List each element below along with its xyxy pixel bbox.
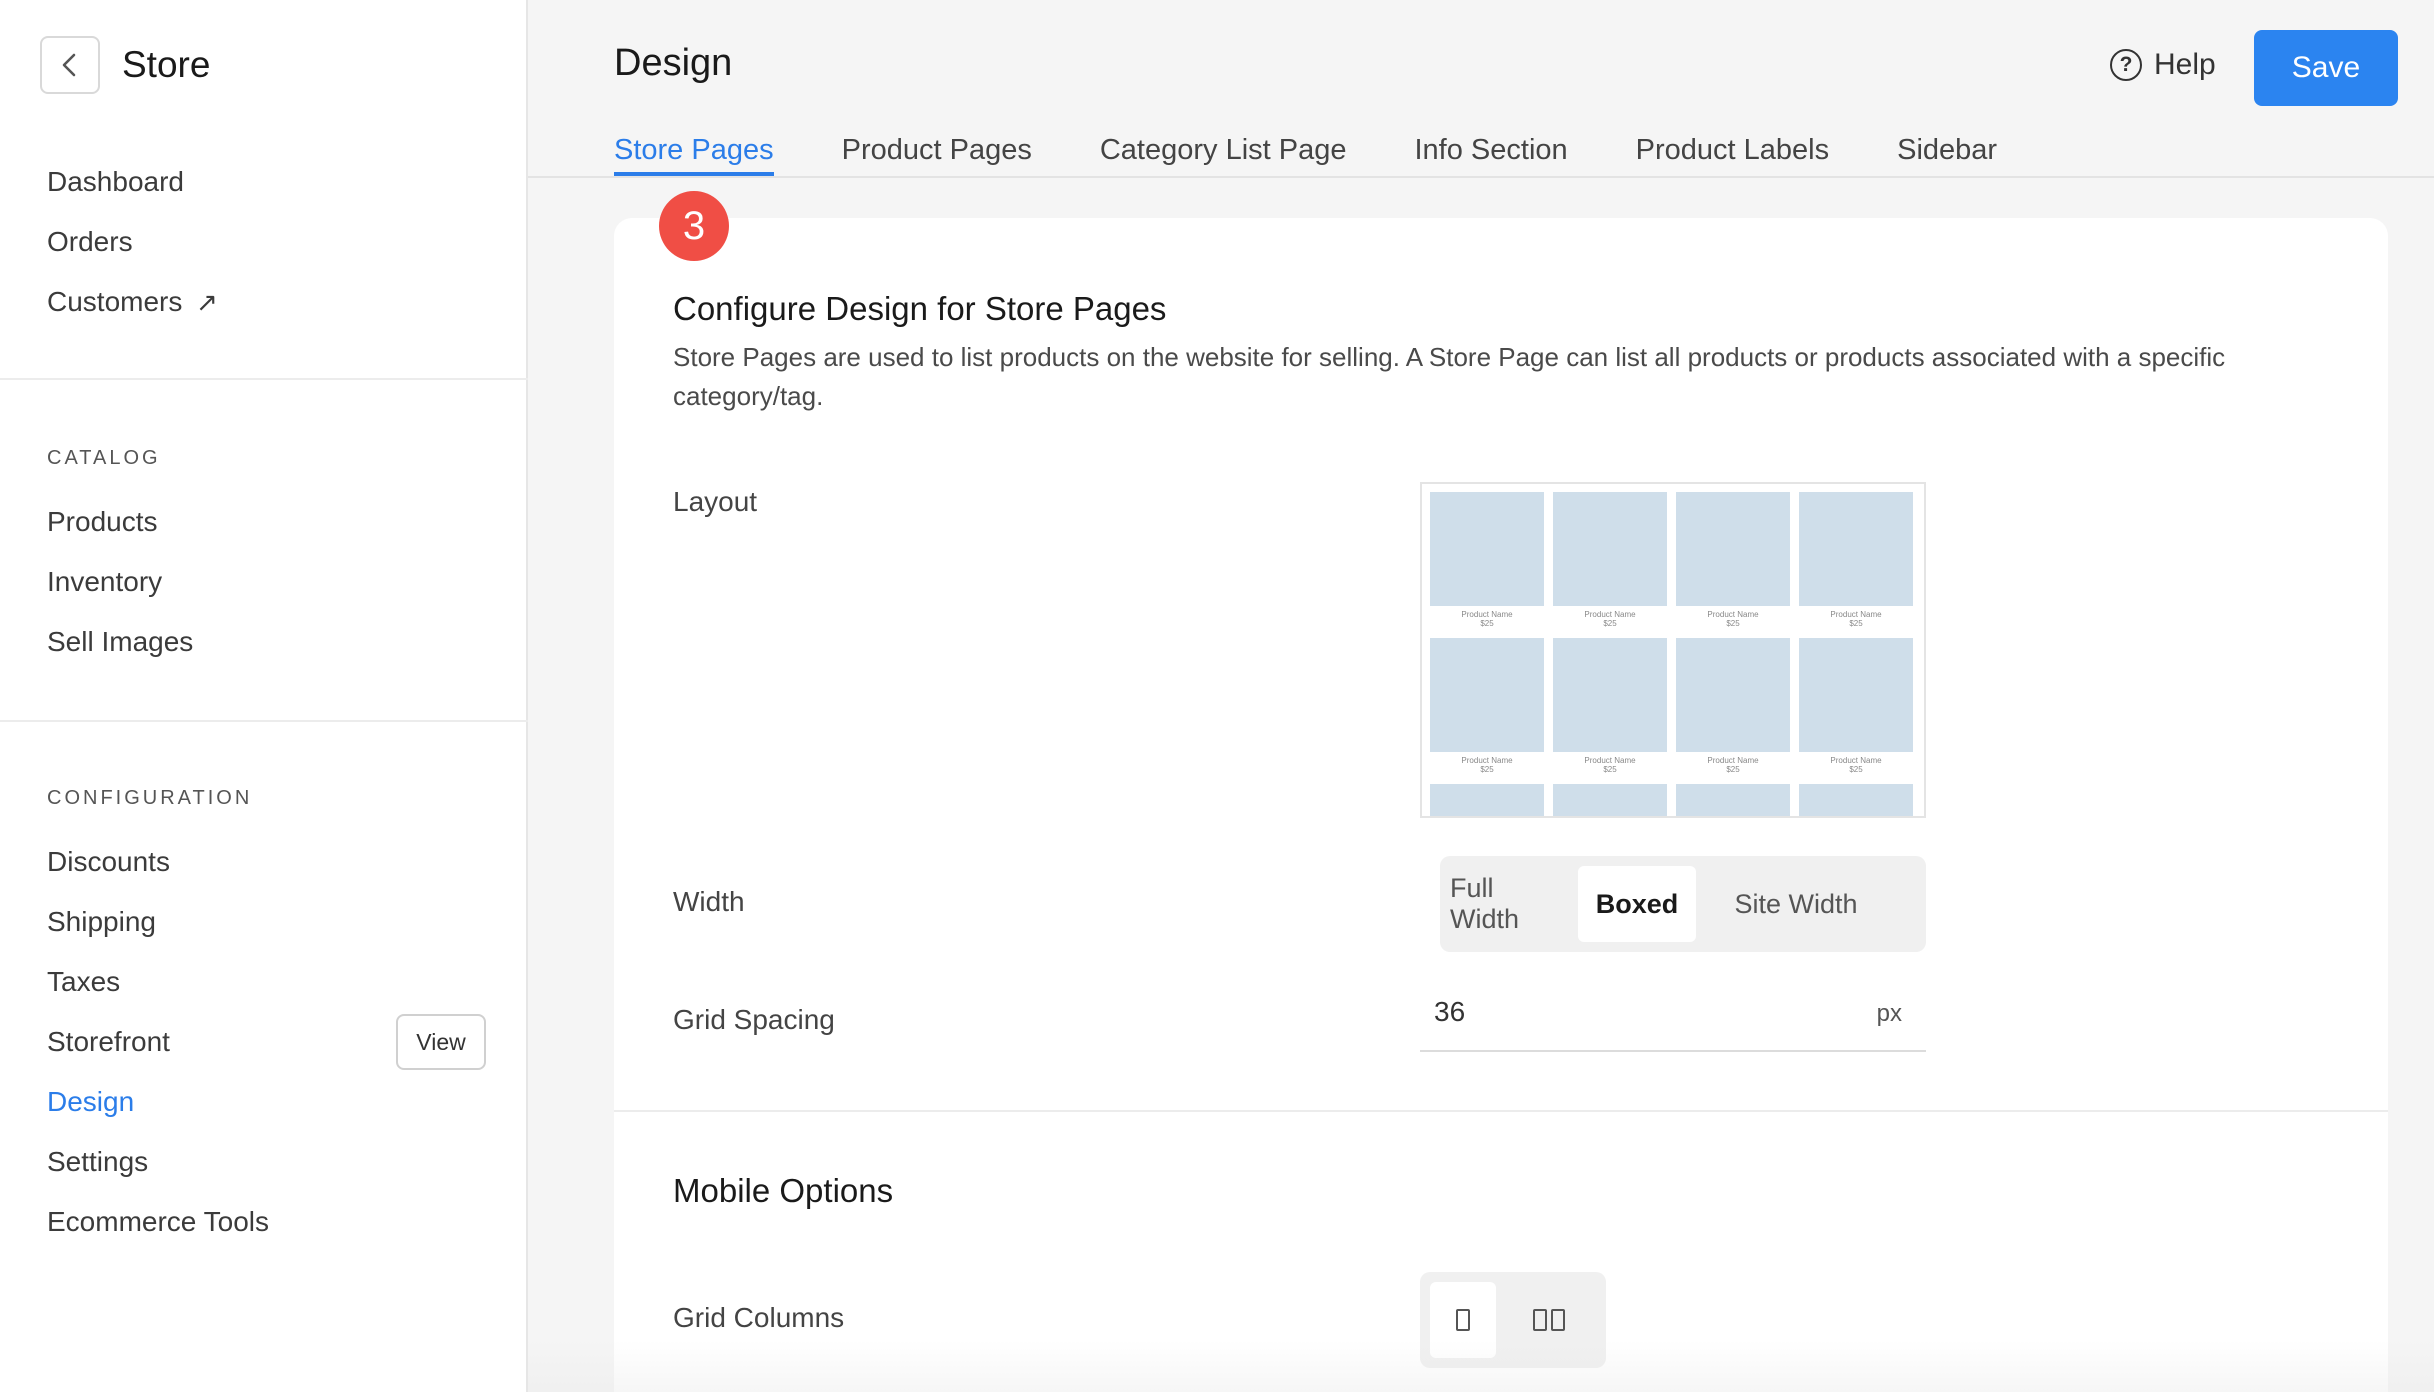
sidebar-item-orders[interactable]: Orders	[47, 222, 133, 262]
layout-thumb-caption: Product Name $25	[1584, 756, 1636, 774]
layout-thumb: Product Name$25	[1430, 492, 1544, 638]
sidebar-item-storefront[interactable]: Storefront	[47, 1022, 170, 1062]
layout-thumb-caption: Product Name $25	[1707, 756, 1759, 774]
sidebar-item-discounts[interactable]: Discounts	[47, 842, 170, 882]
sidebar-item-customers[interactable]: Customers ↗	[47, 282, 218, 322]
layout-thumb: Product Name$25	[1799, 638, 1913, 784]
width-option-site-width[interactable]: Site Width	[1706, 866, 1886, 942]
design-tabs: Store Pages Product Pages Category List …	[614, 130, 2065, 176]
layout-thumb-grid: Product Name $25 Product Name $25 Product Na…	[1430, 492, 1913, 816]
layout-thumb-caption: Product Name $25	[1461, 610, 1513, 628]
card-title: Configure Design for Store Pages	[673, 290, 1167, 327]
layout-thumb: Product Name$25	[1676, 638, 1790, 784]
width-segmented-control: Full Width Boxed Site Width	[1440, 856, 1926, 952]
grid-spacing-input[interactable]: 36 px	[1420, 986, 1926, 1052]
layout-thumb: Product Name$25	[1799, 492, 1913, 638]
layout-thumb-image	[1799, 638, 1913, 752]
page-title: Design	[614, 42, 733, 84]
layout-thumb-image	[1553, 492, 1667, 606]
layout-thumb-caption: Product Name $25	[1830, 756, 1882, 774]
sidebar-item-sell-images[interactable]: Sell Images	[47, 622, 193, 662]
layout-thumb: Product Name$25	[1553, 784, 1667, 816]
tabs-divider	[528, 176, 2434, 178]
sidebar-item-taxes[interactable]: Taxes	[47, 962, 120, 1002]
two-column-icon	[1533, 1309, 1565, 1331]
width-option-boxed[interactable]: Boxed	[1578, 866, 1696, 942]
save-button[interactable]: Save	[2254, 30, 2398, 106]
bottom-shadow	[528, 1340, 2434, 1392]
grid-spacing-value: 36	[1434, 996, 1466, 1027]
sidebar-item-design[interactable]: Design	[47, 1082, 134, 1122]
layout-thumb: Product Name$25	[1553, 638, 1667, 784]
layout-thumb: Product Name$25	[1799, 784, 1913, 816]
layout-thumb-image	[1430, 638, 1544, 752]
catalog-section-label: CATALOG	[47, 447, 161, 469]
grid-columns-label: Grid Columns	[673, 1302, 845, 1333]
sidebar-divider	[0, 720, 528, 722]
sidebar-item-ecommerce-tools[interactable]: Ecommerce Tools	[47, 1202, 269, 1242]
width-option-full-width[interactable]: Full Width	[1450, 866, 1568, 942]
card-divider	[614, 1110, 2388, 1112]
sidebar-divider	[0, 378, 528, 380]
layout-thumb-image	[1676, 492, 1790, 606]
sidebar: Store Dashboard Orders Customers ↗ CATAL…	[0, 0, 528, 1392]
sidebar-item-products[interactable]: Products	[47, 502, 158, 542]
help-icon: ?	[2110, 49, 2142, 81]
external-link-icon: ↗	[196, 287, 218, 317]
tab-sidebar[interactable]: Sidebar	[1897, 130, 1997, 176]
layout-thumb-caption: Product Name $25	[1707, 610, 1759, 628]
layout-thumb-image	[1676, 638, 1790, 752]
layout-label: Layout	[673, 486, 758, 517]
width-label: Width	[673, 886, 745, 917]
sidebar-item-shipping[interactable]: Shipping	[47, 902, 156, 942]
tab-info-section[interactable]: Info Section	[1415, 130, 1568, 176]
layout-thumb-image	[1430, 784, 1544, 816]
layout-thumb-image	[1676, 784, 1790, 816]
layout-thumb: Product Name$25	[1676, 784, 1790, 816]
tab-product-labels[interactable]: Product Labels	[1636, 130, 1829, 176]
layout-thumb-caption: Product Name $25	[1461, 756, 1513, 774]
sidebar-title: Store	[122, 44, 211, 85]
store-pages-settings-card: Configure Design for Store Pages Store P…	[614, 218, 2388, 1392]
layout-thumb-image	[1799, 492, 1913, 606]
storefront-view-button[interactable]: View	[396, 1014, 486, 1070]
layout-thumb-image	[1430, 492, 1544, 606]
layout-preview[interactable]: Product Name $25 Product Name $25 Product Na…	[1420, 482, 1926, 818]
tab-product-pages[interactable]: Product Pages	[842, 130, 1032, 176]
sidebar-item-inventory[interactable]: Inventory	[47, 562, 162, 602]
grid-spacing-label: Grid Spacing	[673, 1004, 835, 1035]
tab-store-pages[interactable]: Store Pages	[614, 130, 774, 176]
chevron-left-icon	[62, 53, 76, 77]
layout-thumb-caption: Product Name $25	[1830, 610, 1882, 628]
sidebar-item-dashboard[interactable]: Dashboard	[47, 162, 184, 202]
layout-thumb-image	[1553, 638, 1667, 752]
layout-thumb-image	[1553, 784, 1667, 816]
help-button[interactable]: ? Help	[2110, 48, 2216, 82]
layout-thumb: Product Name$25	[1430, 784, 1544, 816]
sidebar-header: Store	[40, 36, 210, 94]
tab-category-list-page[interactable]: Category List Page	[1100, 130, 1347, 176]
step-badge: 3	[659, 191, 729, 261]
back-button[interactable]	[40, 36, 100, 94]
layout-thumb: Product Name$25	[1553, 492, 1667, 638]
layout-thumb: Product Name$25	[1430, 638, 1544, 784]
card-description: Store Pages are used to list products on…	[673, 342, 2226, 411]
one-column-icon	[1456, 1309, 1470, 1331]
configuration-section-label: CONFIGURATION	[47, 787, 253, 809]
layout-thumb-caption: Product Name $25	[1584, 610, 1636, 628]
grid-spacing-unit: px	[1876, 1000, 1902, 1027]
layout-thumb-image	[1799, 784, 1913, 816]
mobile-options-title: Mobile Options	[673, 1172, 894, 1209]
layout-thumb: Product Name$25	[1676, 492, 1790, 638]
sidebar-item-label: Customers	[47, 286, 183, 317]
sidebar-item-settings[interactable]: Settings	[47, 1142, 148, 1182]
help-label: Help	[2154, 48, 2216, 81]
